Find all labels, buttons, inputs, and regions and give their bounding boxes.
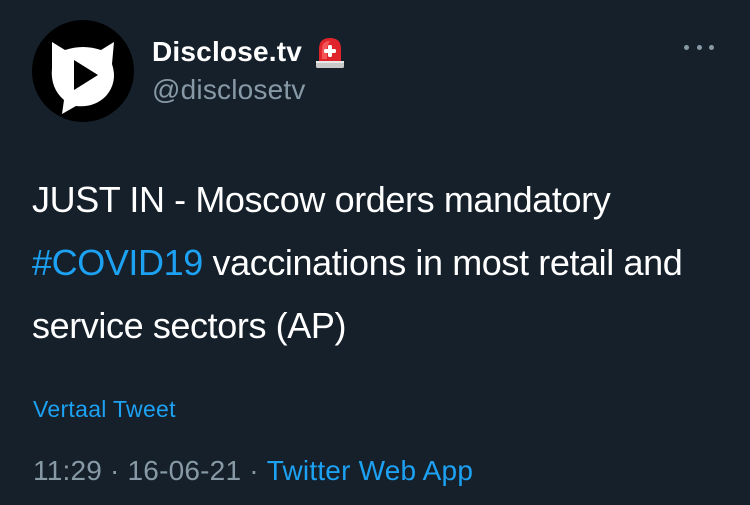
hashtag-link[interactable]: #COVID19 [32, 242, 203, 283]
author-block: Disclose.tv @disclosetv [152, 34, 346, 106]
meta-separator: · [249, 455, 259, 486]
tweet-time[interactable]: 11:29 [33, 455, 102, 486]
tweet-text: JUST IN - Moscow orders mandatory #COVID… [32, 168, 722, 357]
dot-icon [696, 44, 702, 50]
dot-icon [684, 44, 689, 50]
avatar[interactable] [32, 20, 134, 122]
user-handle[interactable]: @disclosetv [152, 74, 346, 106]
rotating-light-icon [316, 38, 345, 68]
name-row: Disclose.tv [152, 34, 346, 70]
more-options-icon[interactable] [684, 40, 714, 54]
tweet-card: Disclose.tv @disclosetv JUST IN - Moscow… [0, 0, 750, 505]
tweet-text-before: JUST IN - Moscow orders mandatory [32, 179, 611, 220]
meta-separator: · [110, 455, 120, 486]
tweet-date[interactable]: 16-06-21 [128, 455, 242, 486]
tweet-meta: 11:29 · 16-06-21 · Twitter Web App [33, 455, 473, 487]
translate-tweet-link[interactable]: Vertaal Tweet [33, 396, 176, 423]
source-app-link[interactable]: Twitter Web App [267, 455, 473, 486]
dot-icon [709, 44, 714, 50]
display-name[interactable]: Disclose.tv [152, 36, 302, 68]
